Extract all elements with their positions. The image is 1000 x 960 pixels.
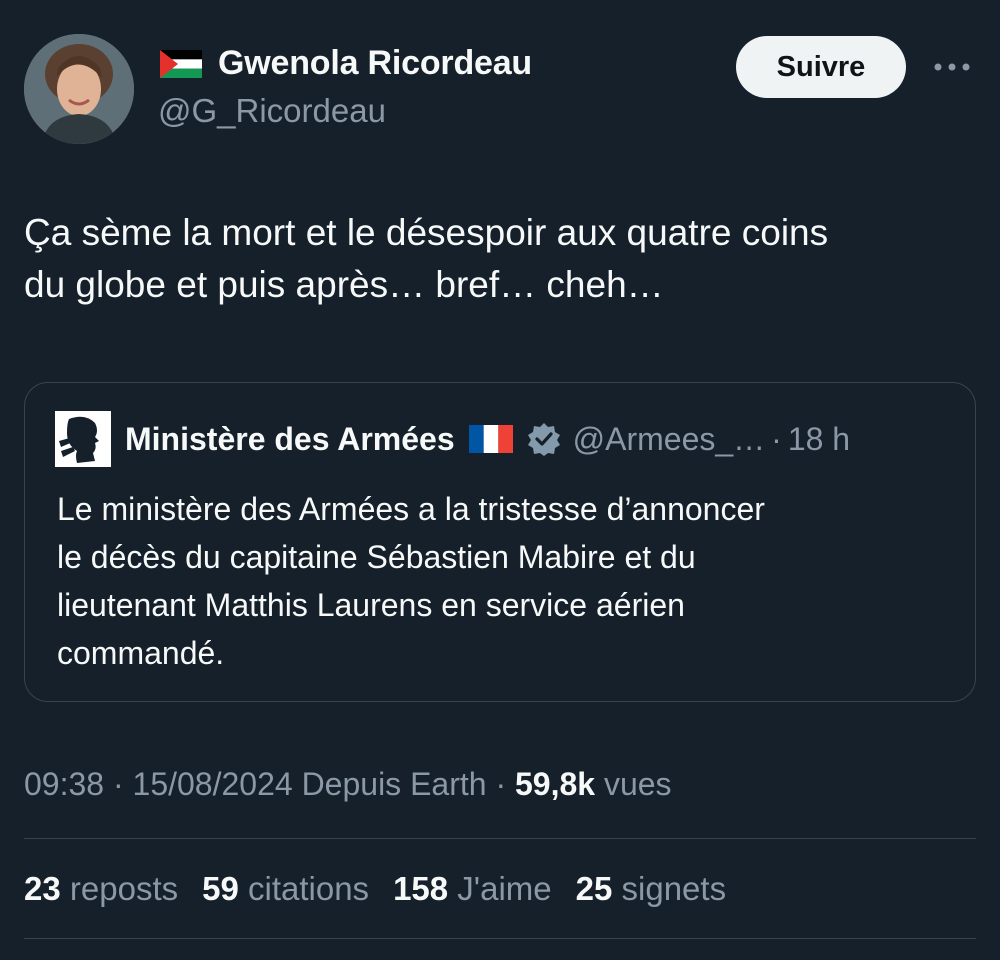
tweet-text-line: Ça sème la mort et le désespoir aux quat… (24, 212, 829, 253)
verified-badge-icon (527, 423, 560, 456)
stat-count: 25 (575, 870, 613, 907)
tweet-date[interactable]: 15/08/2024 (133, 766, 293, 802)
stat-label: citations (248, 870, 370, 907)
marianne-logo-icon (55, 411, 111, 467)
views-label: vues (603, 766, 672, 802)
citations-stat[interactable]: 59 citations (202, 870, 369, 908)
divider (24, 838, 976, 839)
stat-count: 158 (393, 870, 449, 907)
follow-button[interactable]: Suivre (736, 36, 906, 98)
quoted-text-line: Le ministère des Armées a la tristesse d… (57, 491, 765, 527)
separator-dot: · (495, 766, 507, 802)
separator-dot: · (112, 766, 124, 802)
stat-count: 59 (202, 870, 239, 907)
divider (24, 938, 976, 939)
quoted-author-handle[interactable]: @Armees_… (573, 421, 766, 458)
quoted-tweet-time[interactable]: 18 h (788, 421, 850, 458)
france-flag-icon (468, 425, 513, 453)
tweet-meta: 09:38 · 15/08/2024 Depuis Earth · 59,8k … (24, 766, 672, 803)
quoted-text-line: commandé. (57, 635, 225, 671)
tweet-source: Depuis Earth (301, 766, 487, 802)
stat-label: reposts (69, 870, 179, 907)
author-handle[interactable]: @G_Ricordeau (158, 92, 386, 130)
tweet-time[interactable]: 09:38 (24, 766, 104, 802)
author-display-name[interactable]: Gwenola Ricordeau (218, 44, 532, 83)
reposts-stat[interactable]: 23 reposts (24, 870, 178, 908)
stat-label: signets (621, 870, 727, 907)
bookmarks-stat[interactable]: 25 signets (576, 870, 726, 908)
palestine-flag-icon (160, 49, 202, 78)
quoted-text-line: lieutenant Matthis Laurens en service aé… (57, 587, 685, 623)
separator-dot: · (771, 420, 782, 457)
quoted-tweet-text: Le ministère des Armées a la tristesse d… (57, 485, 937, 677)
tweet-text-line: du globe et puis après… bref… cheh… (24, 264, 664, 305)
author-name-row: Gwenola Ricordeau (160, 44, 532, 83)
tweet-text: Ça sème la mort et le désespoir aux quat… (24, 207, 974, 311)
quoted-tweet[interactable]: Ministère des Armées @Armees_… · 18 h Le… (24, 382, 976, 702)
quoted-author-name[interactable]: Ministère des Armées (125, 421, 455, 458)
avatar[interactable] (24, 34, 134, 144)
tweet-page: Gwenola Ricordeau @G_Ricordeau Suivre Ça… (0, 0, 1000, 960)
stat-label: J'aime (457, 870, 552, 907)
quoted-text-line: le décès du capitaine Sébastien Mabire e… (57, 539, 696, 575)
stat-count: 23 (24, 870, 61, 907)
likes-stat[interactable]: 158 J'aime (393, 870, 552, 908)
more-options-icon[interactable] (928, 50, 976, 84)
quoted-tweet-header: Ministère des Armées @Armees_… · 18 h (55, 411, 850, 467)
views-count[interactable]: 59,8k (515, 766, 595, 802)
engagement-stats: 23 reposts 59 citations 158 J'aime 25 si… (24, 870, 750, 908)
